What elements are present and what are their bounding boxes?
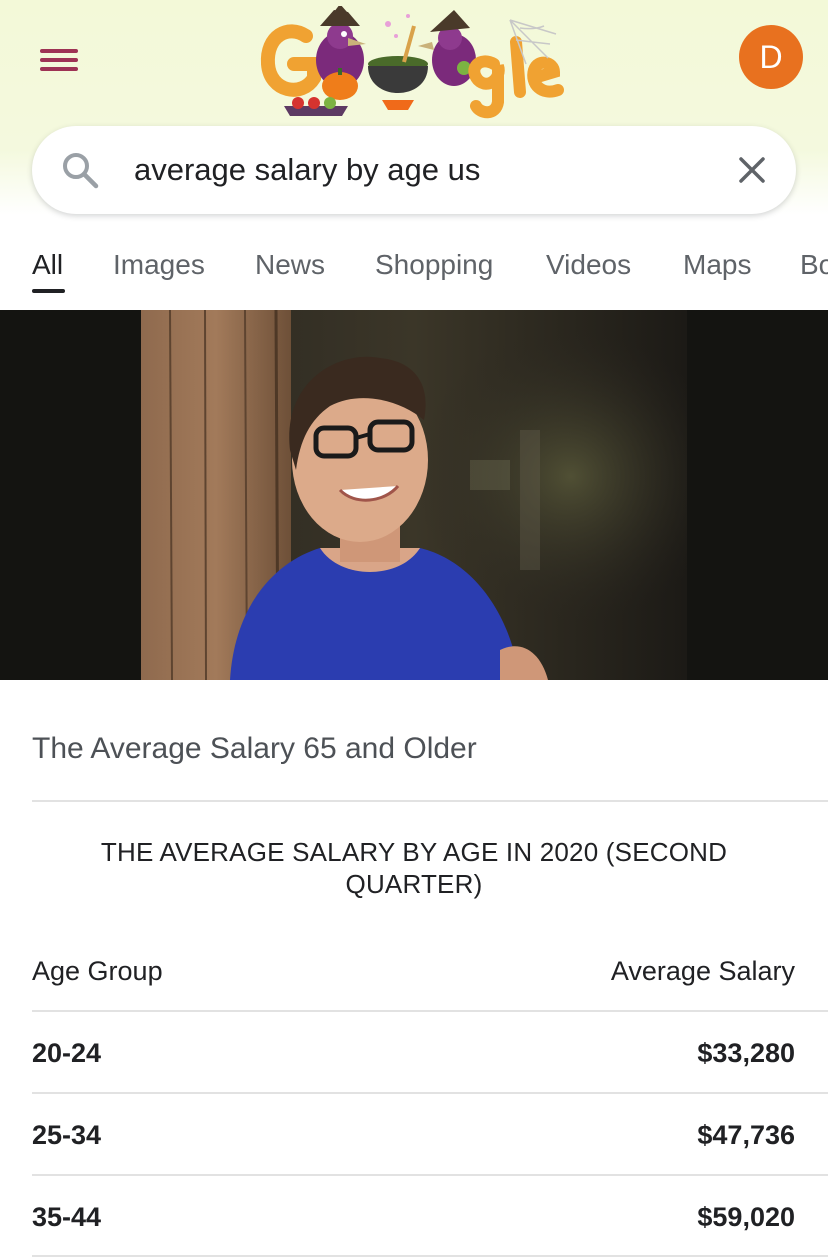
tab-images[interactable]: Images [113, 248, 205, 282]
tab-books[interactable]: Bo [800, 248, 828, 282]
tab-shopping[interactable]: Shopping [375, 248, 493, 282]
active-tab-indicator [32, 289, 65, 293]
tab-news[interactable]: News [255, 248, 325, 282]
column-header-average-salary: Average Salary [610, 956, 795, 986]
close-icon[interactable] [732, 150, 772, 190]
tab-all[interactable]: All [32, 248, 63, 282]
search-icon[interactable] [60, 150, 100, 190]
age-group-cell: 20-24 [32, 1038, 102, 1068]
result-title-link[interactable]: The Average Salary 65 and Older [32, 730, 477, 768]
salary-cell: $47,736 [697, 1120, 795, 1150]
halloween-doodle-logo[interactable] [258, 6, 570, 120]
tab-videos[interactable]: Videos [546, 248, 631, 282]
column-header-age-group: Age Group [32, 956, 163, 986]
table-divider [32, 1010, 828, 1012]
search-bar[interactable]: average salary by age us [32, 126, 796, 214]
age-group-cell: 35-44 [32, 1202, 102, 1232]
account-avatar[interactable]: D [739, 25, 803, 89]
table-divider [32, 1174, 828, 1176]
result-image[interactable] [0, 310, 828, 680]
table-divider [32, 1092, 828, 1094]
tab-maps[interactable]: Maps [683, 248, 751, 282]
search-header: D average salary by age us All Images Ne… [0, 0, 828, 310]
search-tabs: All Images News Shopping Videos Maps Bo [0, 240, 828, 300]
woman-portrait-photo [141, 310, 687, 680]
search-input[interactable]: average salary by age us [134, 152, 480, 188]
age-group-cell: 25-34 [32, 1120, 102, 1150]
salary-cell: $33,280 [697, 1038, 795, 1068]
salary-cell: $59,020 [697, 1202, 795, 1232]
section-divider [32, 800, 828, 802]
hamburger-menu-icon[interactable] [40, 46, 80, 74]
table-divider [32, 1255, 828, 1257]
table-title: THE AVERAGE SALARY BY AGE IN 2020 (SECON… [100, 837, 728, 899]
